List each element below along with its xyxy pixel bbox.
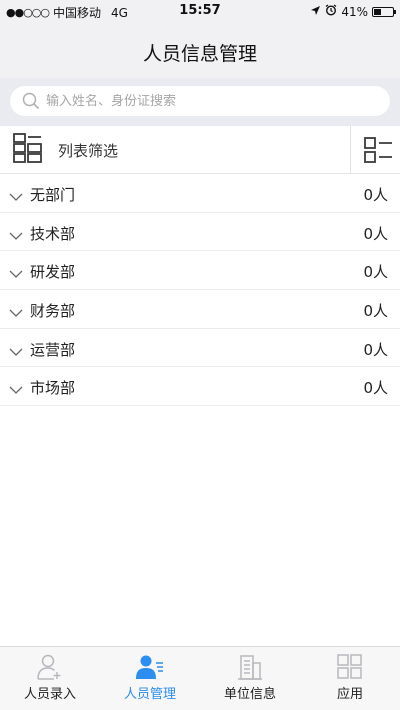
tab-label: 应用 bbox=[336, 687, 363, 702]
building-icon bbox=[236, 653, 264, 681]
filter-divider bbox=[350, 126, 351, 174]
battery-icon bbox=[372, 6, 396, 17]
tab-label: 人员录入 bbox=[23, 687, 76, 702]
chevron-down-icon bbox=[9, 187, 23, 201]
status-bar: ●●○○○ 中国移动 4G 15:57 41% bbox=[0, 0, 400, 22]
department-count: 0人 bbox=[363, 186, 388, 204]
apps-grid-icon bbox=[336, 653, 364, 681]
chevron-down-icon bbox=[9, 342, 23, 356]
tab-apps[interactable]: 应用 bbox=[300, 647, 400, 710]
list-view-toggle[interactable] bbox=[362, 134, 394, 166]
tab-bar: 人员录入 人员管理 单位信息 应用 bbox=[0, 646, 400, 710]
tab-person-management[interactable]: 人员管理 bbox=[100, 647, 200, 710]
department-name: 研发部 bbox=[30, 263, 76, 282]
department-count: 0人 bbox=[363, 340, 388, 359]
search-box[interactable] bbox=[10, 86, 390, 116]
department-name: 市场部 bbox=[30, 379, 76, 398]
chevron-down-icon bbox=[9, 226, 23, 240]
filter-bar: 列表筛选 bbox=[0, 126, 400, 174]
person-list-icon bbox=[136, 653, 164, 681]
tab-person-entry[interactable]: 人员录入 bbox=[0, 647, 100, 710]
department-row[interactable]: 研发部 0人 bbox=[0, 251, 400, 291]
department-name: 技术部 bbox=[30, 224, 76, 243]
search-bar bbox=[0, 78, 400, 126]
department-name: 财务部 bbox=[30, 302, 76, 321]
chevron-down-icon bbox=[9, 303, 23, 317]
tab-unit-info[interactable]: 单位信息 bbox=[200, 647, 300, 710]
department-count: 0人 bbox=[363, 224, 388, 243]
department-count: 0人 bbox=[363, 263, 388, 282]
tab-label: 单位信息 bbox=[223, 687, 276, 702]
search-input[interactable] bbox=[46, 93, 366, 109]
department-row[interactable]: 无部门 0人 bbox=[0, 174, 400, 213]
chevron-down-icon bbox=[9, 380, 23, 395]
navigation-bar: 人员信息管理 bbox=[0, 22, 400, 78]
alarm-icon bbox=[325, 4, 337, 19]
department-row[interactable]: 运营部 0人 bbox=[0, 328, 400, 368]
filter-layout-icon bbox=[12, 132, 44, 168]
status-right: 41% bbox=[310, 4, 396, 19]
page-title: 人员信息管理 bbox=[142, 43, 257, 65]
filter-label: 列表筛选 bbox=[58, 141, 119, 160]
department-name: 运营部 bbox=[30, 340, 76, 359]
battery-percent: 41% bbox=[341, 4, 368, 19]
chevron-down-icon bbox=[9, 264, 23, 279]
department-count: 0人 bbox=[363, 379, 388, 398]
department-list: 无部门 0人 技术部 0人 研发部 0人 财务部 0人 运营部 0人 市场部 0… bbox=[0, 174, 400, 407]
search-icon bbox=[22, 92, 40, 110]
list-view-icon bbox=[362, 137, 394, 170]
department-row[interactable]: 技术部 0人 bbox=[0, 212, 400, 252]
battery-level-fill bbox=[374, 8, 382, 15]
department-row[interactable]: 市场部 0人 bbox=[0, 367, 400, 407]
department-row[interactable]: 财务部 0人 bbox=[0, 290, 400, 329]
list-filter-button[interactable]: 列表筛选 bbox=[12, 132, 118, 168]
department-name: 无部门 bbox=[30, 186, 76, 204]
department-count: 0人 bbox=[363, 302, 388, 321]
tab-label: 人员管理 bbox=[123, 687, 176, 702]
location-icon bbox=[310, 5, 321, 19]
person-add-icon bbox=[36, 653, 64, 681]
